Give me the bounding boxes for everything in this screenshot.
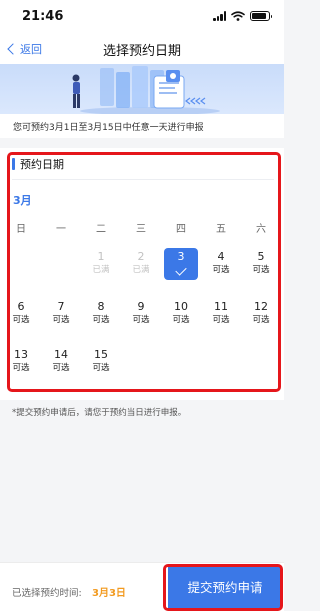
day-cell-1: 1 已满 xyxy=(84,250,118,284)
day-status: 可选 xyxy=(172,315,190,325)
section-accent-bar xyxy=(12,158,15,170)
day-status: 可选 xyxy=(52,315,70,325)
submit-appointment-button[interactable]: 提交预约申请 xyxy=(168,567,282,609)
weekday-sun: 日 xyxy=(16,224,26,235)
notice-text: 您可预约3月1日至3月15日中任意一天进行申报 xyxy=(0,114,284,138)
checkmark-icon xyxy=(175,264,187,276)
battery-icon xyxy=(250,11,272,21)
selected-time-value: 3月3日 xyxy=(92,588,126,599)
day-cell-3-selected[interactable]: 3 xyxy=(164,248,198,280)
month-label: 3月 xyxy=(13,194,32,207)
day-number: 10 xyxy=(174,300,188,313)
page-title: 选择预约日期 xyxy=(102,44,181,59)
day-number: 13 xyxy=(14,348,28,361)
day-status: 可选 xyxy=(212,265,230,275)
divider xyxy=(12,179,274,180)
weekday-mon: 一 xyxy=(56,224,66,235)
day-number: 12 xyxy=(254,300,268,313)
day-cell-12[interactable]: 12 可选 xyxy=(244,300,278,334)
status-icons xyxy=(213,11,272,21)
day-cell-11[interactable]: 11 可选 xyxy=(204,300,238,334)
nav-bar: 返回 选择预约日期 xyxy=(0,36,284,64)
day-status: 可选 xyxy=(52,363,70,373)
banner xyxy=(0,64,284,114)
weekday-thu: 四 xyxy=(176,224,186,235)
selected-time-label: 已选择预约时间: xyxy=(12,588,82,599)
day-number: 3 xyxy=(177,250,185,263)
weekday-fri: 五 xyxy=(216,224,226,235)
day-status: 可选 xyxy=(92,315,110,325)
status-time: 21:46 xyxy=(22,9,64,24)
day-status: 可选 xyxy=(12,363,30,373)
day-cell-2: 2 已满 xyxy=(124,250,158,284)
day-cell-5[interactable]: 5 可选 xyxy=(244,250,278,284)
day-number: 4 xyxy=(217,250,225,263)
banner-illustration xyxy=(72,66,220,114)
day-cell-7[interactable]: 7 可选 xyxy=(44,300,78,334)
day-cell-14[interactable]: 14 可选 xyxy=(44,348,78,382)
day-number: 9 xyxy=(137,300,145,313)
wifi-icon xyxy=(231,11,245,21)
day-number: 7 xyxy=(57,300,65,313)
day-status: 可选 xyxy=(132,315,150,325)
day-cell-9[interactable]: 9 可选 xyxy=(124,300,158,334)
day-status: 可选 xyxy=(252,265,270,275)
day-cell-4[interactable]: 4 可选 xyxy=(204,250,238,284)
day-number: 1 xyxy=(97,250,105,263)
day-number: 11 xyxy=(214,300,228,313)
weekday-tue: 二 xyxy=(96,224,106,235)
footnote: *提交预约申请后，请您于预约当日进行申报。 xyxy=(12,408,187,418)
day-status: 已满 xyxy=(92,265,110,275)
status-bar: 21:46 xyxy=(0,0,284,36)
day-cell-15[interactable]: 15 可选 xyxy=(84,348,118,382)
day-cell-6[interactable]: 6 可选 xyxy=(4,300,38,334)
weekday-sat: 六 xyxy=(256,224,266,235)
day-number: 5 xyxy=(257,250,265,263)
day-number: 2 xyxy=(137,250,145,263)
day-status: 可选 xyxy=(12,315,30,325)
day-status: 已满 xyxy=(132,265,150,275)
day-number: 6 xyxy=(17,300,25,313)
day-status: 可选 xyxy=(92,363,110,373)
day-number: 15 xyxy=(94,348,108,361)
cellular-signal-icon xyxy=(213,11,226,21)
day-number: 14 xyxy=(54,348,68,361)
day-status: 可选 xyxy=(252,315,270,325)
day-number: 8 xyxy=(97,300,105,313)
day-cell-8[interactable]: 8 可选 xyxy=(84,300,118,334)
day-status: 可选 xyxy=(212,315,230,325)
section-title-label: 预约日期 xyxy=(20,158,64,171)
weekday-wed: 三 xyxy=(136,224,146,235)
day-cell-13[interactable]: 13 可选 xyxy=(4,348,38,382)
section-title: 预约日期 xyxy=(12,156,64,172)
day-cell-10[interactable]: 10 可选 xyxy=(164,300,198,334)
